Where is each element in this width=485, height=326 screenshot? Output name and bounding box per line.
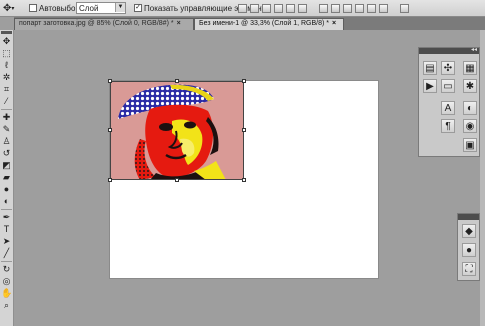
document-tab-bar: попарт заготовка.jpg @ 85% (Слой 0, RGB/… [14, 17, 485, 30]
info-icon[interactable]: ✣ [441, 61, 455, 75]
history-brush-icon[interactable]: ↺ [1, 148, 12, 159]
align-distribute-group [238, 2, 418, 14]
character-icon[interactable]: A [441, 101, 455, 115]
align-left-icon[interactable] [274, 3, 283, 13]
move-tool-icon: ✥ [3, 2, 12, 14]
transform-handle-top-right[interactable] [242, 79, 246, 83]
hand-icon[interactable]: ✋ [1, 288, 12, 299]
align-bottom-icon[interactable] [262, 3, 271, 13]
tab-label: Без имени-1 @ 33,3% (Слой 1, RGB/8) * [199, 20, 329, 27]
panel-dock-grip[interactable]: ◂◂ [419, 46, 479, 54]
dodge-icon[interactable]: ◐ [1, 196, 12, 207]
panel-dock-group-1: ◂◂ ▤ ▶ ✣ ▭ ▦ ✱ A ¶ ◐ ◉ ▣ [418, 47, 480, 157]
tool-preset-picker[interactable]: ✥ ▾ [3, 2, 25, 14]
transform-handle-bottom-right[interactable] [242, 178, 246, 182]
swatches-icon[interactable]: ▦ [463, 61, 477, 75]
close-icon[interactable]: × [332, 20, 336, 27]
auto-select-dropdown[interactable]: Слой ▼ [76, 2, 126, 14]
close-icon[interactable]: × [177, 20, 181, 27]
styles-icon[interactable]: ✱ [463, 79, 477, 93]
blur-icon[interactable]: ● [1, 184, 12, 195]
options-bar: ✥ ▾ Автовыбор: Слой ▼ ✓ Показать управляю… [0, 0, 485, 17]
document-tab[interactable]: попарт заготовка.jpg @ 85% (Слой 0, RGB/… [14, 18, 194, 30]
layers-icon[interactable]: ◆ [462, 224, 476, 238]
align-vcenter-icon[interactable] [250, 3, 259, 13]
panel-dock-group-2: ◆ ● ⛶ [457, 213, 480, 281]
align-right-icon[interactable] [298, 3, 307, 13]
healing-brush-icon[interactable]: ✚ [1, 112, 12, 123]
distribute-hcenter-icon[interactable] [367, 3, 376, 13]
clone-source-icon[interactable]: ▣ [463, 138, 477, 152]
crop-icon[interactable]: ⌗ [1, 84, 12, 95]
path-selection-icon[interactable]: ➤ [1, 236, 12, 247]
navigator-icon[interactable]: ▶ [423, 79, 437, 93]
transform-handle-bottom-left[interactable] [108, 178, 112, 182]
align-hcenter-icon[interactable] [286, 3, 295, 13]
toolbox-separator [1, 261, 12, 262]
transform-handle-right[interactable] [242, 128, 246, 132]
masks-icon[interactable]: ◉ [463, 119, 477, 133]
vertical-scrollbar[interactable] [480, 30, 485, 326]
distribute-vcenter-icon[interactable] [331, 3, 340, 13]
align-top-icon[interactable] [238, 3, 247, 13]
document-tab-active[interactable]: Без имени-1 @ 33,3% (Слой 1, RGB/8) * × [194, 18, 344, 30]
panel-dock-grip[interactable] [458, 214, 479, 220]
clone-stamp-icon[interactable]: ♙ [1, 136, 12, 147]
distribute-right-icon[interactable] [379, 3, 388, 13]
paths-icon[interactable]: ⛶ [462, 262, 476, 276]
distribute-top-icon[interactable] [319, 3, 328, 13]
toolbox-separator [1, 109, 12, 110]
tools-panel: ✥ ⬚ ℓ ✲ ⌗ ⁄ ✚ ✎ ♙ ↺ ◩ ▰ ● ◐ ✒ T ➤ ╱ ↻ ◎ … [0, 30, 14, 326]
show-controls-checkbox[interactable]: ✓ [134, 4, 142, 12]
move-icon[interactable]: ✥ [1, 36, 12, 47]
eraser-icon[interactable]: ◩ [1, 160, 12, 171]
chevron-down-icon: ▾ [11, 5, 15, 12]
paragraph-icon[interactable]: ¶ [441, 119, 455, 133]
type-icon[interactable]: T [1, 224, 12, 235]
collapse-icon[interactable]: ◂◂ [471, 46, 477, 53]
zoom-icon[interactable]: ⌕ [1, 300, 12, 311]
channels-icon[interactable]: ● [462, 243, 476, 257]
magic-wand-icon[interactable]: ✲ [1, 72, 12, 83]
eyedropper-icon[interactable]: ⁄ [1, 96, 12, 107]
3d-orbit-icon[interactable]: ◎ [1, 276, 12, 287]
transform-handle-left[interactable] [108, 128, 112, 132]
histogram-icon[interactable]: ▤ [423, 61, 437, 75]
transform-handle-bottom[interactable] [175, 178, 179, 182]
tab-label: попарт заготовка.jpg @ 85% (Слой 0, RGB/… [19, 20, 174, 27]
transform-handle-top-left[interactable] [108, 79, 112, 83]
transform-bounding-box[interactable] [110, 81, 244, 180]
distribute-bottom-icon[interactable] [343, 3, 352, 13]
shape-icon[interactable]: ╱ [1, 248, 12, 259]
distribute-left-icon[interactable] [355, 3, 364, 13]
gradient-icon[interactable]: ▰ [1, 172, 12, 183]
auto-select-value: Слой [79, 3, 99, 13]
transform-handle-top[interactable] [175, 79, 179, 83]
auto-select-checkbox[interactable] [29, 4, 37, 12]
pen-icon[interactable]: ✒ [1, 212, 12, 223]
brush-icon[interactable]: ✎ [1, 124, 12, 135]
color-icon[interactable]: ▭ [441, 79, 455, 93]
toolbox-separator [1, 209, 12, 210]
marquee-icon[interactable]: ⬚ [1, 48, 12, 59]
toolbox-grip[interactable] [1, 31, 12, 34]
auto-align-icon[interactable] [400, 3, 409, 13]
auto-select-option[interactable]: Автовыбор: [29, 2, 82, 14]
adjustments-icon[interactable]: ◐ [463, 101, 477, 115]
3d-rotate-icon[interactable]: ↻ [1, 264, 12, 275]
chevron-down-icon: ▼ [115, 3, 125, 12]
lasso-icon[interactable]: ℓ [1, 60, 12, 71]
